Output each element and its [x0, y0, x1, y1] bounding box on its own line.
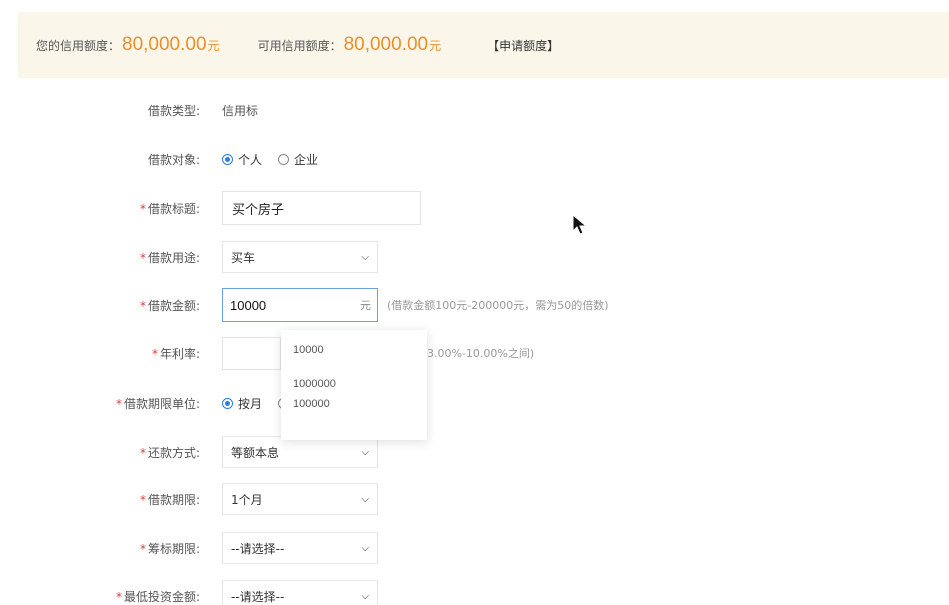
chevron-down-icon: ⌵: [361, 251, 369, 263]
title-row: * 借款标题: 买个房子: [0, 191, 949, 225]
amount-row: * 借款金额: 10000 元 (借款金额100元-200000元，需为50的倍数…: [0, 288, 949, 322]
chevron-down-icon: ⌵: [361, 446, 369, 458]
apply-limit-link[interactable]: 【申请额度】: [487, 37, 559, 54]
borrower-radio-company[interactable]: 企业: [278, 151, 318, 168]
radio-checked-icon: [222, 397, 233, 409]
rate-hint: 3.00%-10.00%之间): [427, 347, 535, 360]
credit-limit-group: 您的信用额度： 80,000.00 元: [36, 34, 220, 56]
mouse-cursor-icon: [572, 214, 588, 235]
title-label: * 借款标题:: [139, 201, 200, 216]
radio-checked-icon: [222, 153, 233, 165]
term-unit-radio-month[interactable]: 按月: [222, 395, 262, 412]
loan-type-row: 借款类型: 信用标: [0, 93, 949, 127]
available-limit-label: 可用信用额度：: [257, 39, 342, 53]
term-unit-label: * 借款期限单位:: [115, 396, 200, 411]
available-limit-unit: 元: [429, 39, 442, 53]
rate-label: * 年利率:: [151, 346, 200, 361]
borrower-row: 借款对象: 个人 企业: [0, 142, 949, 176]
chevron-down-icon: ⌵: [361, 590, 369, 602]
min-invest-select[interactable]: --请选择-- ⌵: [222, 580, 378, 605]
purpose-select[interactable]: 买车 ⌵: [222, 241, 378, 273]
borrower-radio-personal[interactable]: 个人: [222, 151, 262, 168]
radio-unchecked-icon: [278, 153, 290, 165]
available-limit-amount: 80,000.00: [343, 34, 429, 55]
amount-label: * 借款金额:: [139, 298, 200, 313]
term-row: * 借款期限: 1个月 ⌵: [0, 482, 949, 516]
title-input[interactable]: 买个房子: [222, 191, 421, 225]
min-invest-label: * 最低投资金额:: [115, 589, 200, 604]
raise-term-label: * 筹标期限:: [139, 541, 200, 556]
loan-type-value: 信用标: [222, 103, 259, 118]
credit-limit-label: 您的信用额度：: [36, 39, 121, 53]
amount-unit: 元: [360, 299, 371, 312]
repay-label: * 还款方式:: [139, 445, 200, 460]
credit-banner: 您的信用额度： 80,000.00 元 可用信用额度： 80,000.00 元 …: [18, 12, 949, 78]
autocomplete-option[interactable]: 1000000: [281, 374, 427, 394]
term-label: * 借款期限:: [139, 492, 200, 507]
chevron-down-icon: ⌵: [361, 493, 369, 505]
amount-input[interactable]: 10000 元: [222, 288, 378, 322]
chevron-down-icon: ⌵: [361, 542, 369, 554]
raise-term-select[interactable]: --请选择-- ⌵: [222, 532, 378, 564]
loan-type-label: 借款类型:: [147, 103, 200, 118]
repay-row: * 还款方式: 等额本息 ⌵: [0, 435, 949, 469]
min-invest-row: * 最低投资金额: --请选择-- ⌵: [0, 579, 949, 605]
term-select[interactable]: 1个月 ⌵: [222, 483, 378, 515]
repay-select[interactable]: 等额本息 ⌵: [222, 436, 378, 468]
purpose-label: * 借款用途:: [139, 250, 200, 265]
purpose-row: * 借款用途: 买车 ⌵: [0, 240, 949, 274]
autocomplete-option[interactable]: 100000: [281, 394, 427, 414]
amount-hint: (借款金额100元-200000元，需为50的倍数): [387, 299, 609, 312]
credit-limit-unit: 元: [207, 39, 220, 53]
borrower-label: 借款对象:: [147, 152, 200, 167]
term-unit-row: *借款期限单位: 按月 按天: [0, 386, 949, 420]
rate-input[interactable]: [222, 336, 281, 370]
available-limit-group: 可用信用额度： 80,000.00 元: [258, 34, 442, 56]
rate-row: * 年利率: 3.00%-10.00%之间): [0, 336, 949, 370]
credit-limit-amount: 80,000.00: [122, 34, 207, 55]
amount-autocomplete-dropdown: 10000 1000000 100000: [281, 330, 427, 440]
raise-term-row: * 筹标期限: --请选择-- ⌵: [0, 531, 949, 565]
autocomplete-option[interactable]: 10000: [281, 340, 427, 360]
